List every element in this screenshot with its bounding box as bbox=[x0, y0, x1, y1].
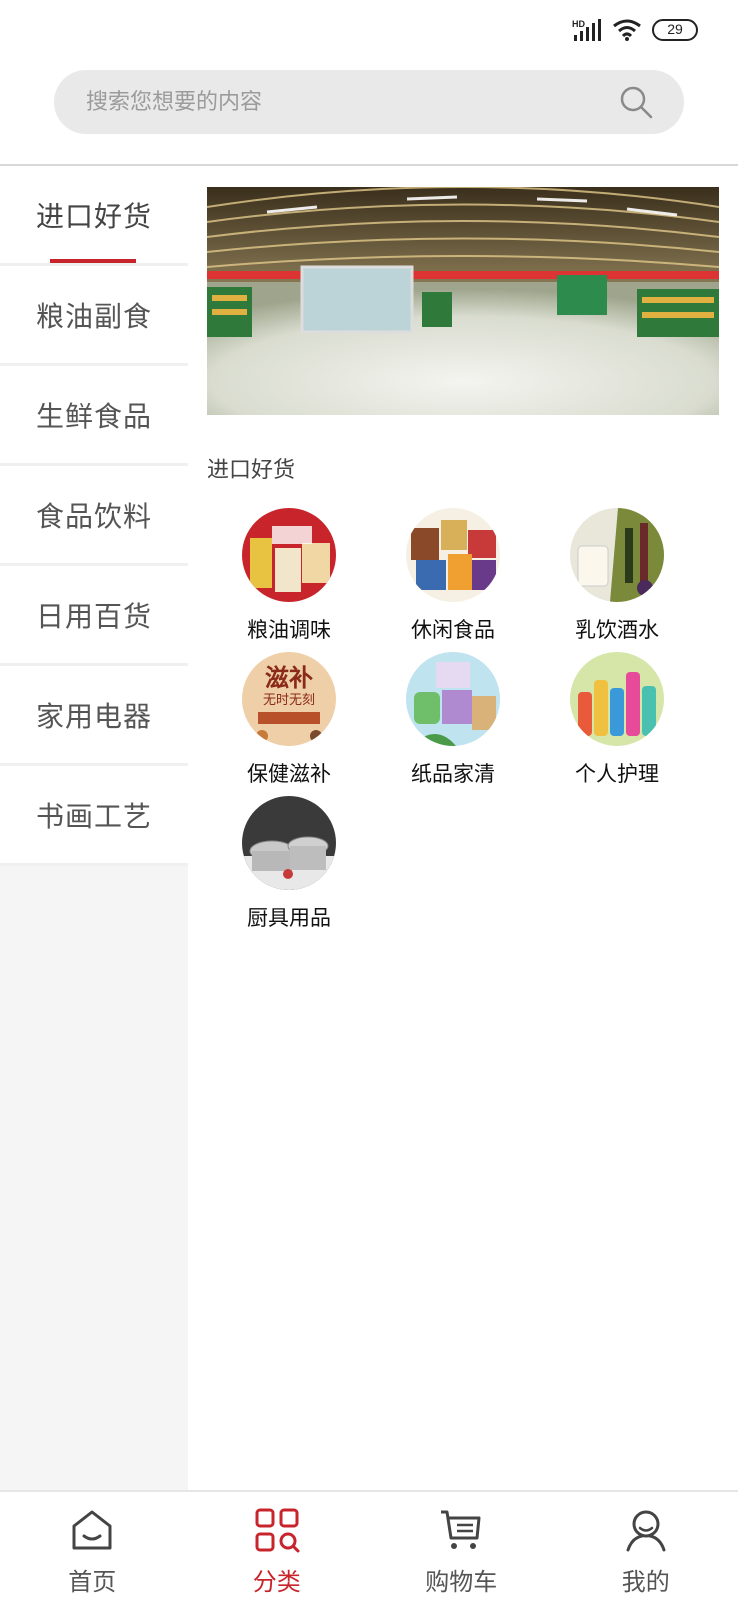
network-type-label: HD bbox=[572, 19, 585, 29]
search-bar[interactable] bbox=[54, 70, 684, 134]
milk-drinks-thumbnail bbox=[570, 508, 664, 602]
subcategory-label: 厨具用品 bbox=[247, 906, 331, 930]
nav-category[interactable]: 分类 bbox=[185, 1492, 370, 1600]
cart-icon bbox=[441, 1510, 481, 1549]
sidebar-item-fresh-food[interactable]: 生鲜食品 bbox=[0, 366, 188, 466]
sidebar-item-label: 书画工艺 bbox=[35, 799, 152, 833]
sidebar-item-label: 日用百货 bbox=[35, 599, 152, 633]
paper-cleaning-thumbnail bbox=[406, 652, 500, 746]
grain-seasoning-thumbnail bbox=[242, 508, 336, 602]
battery-indicator: 29 bbox=[652, 19, 698, 41]
wifi-icon bbox=[613, 19, 641, 41]
nav-label: 购物车 bbox=[425, 1568, 498, 1596]
subcategory-grid: 粮油调味 休闲食品 乳饮酒水 滋补 无时无刻 保健滋补 纸品家清 个人护理 厨具… bbox=[207, 508, 707, 934]
personal-care-thumbnail bbox=[570, 652, 664, 746]
sidebar-item-food-drinks[interactable]: 食品饮料 bbox=[0, 466, 188, 566]
sidebar-item-label: 进口好货 bbox=[35, 199, 152, 233]
subcategory-label: 乳饮酒水 bbox=[575, 618, 659, 642]
user-icon bbox=[626, 1510, 666, 1552]
sidebar-item-label: 家用电器 bbox=[35, 699, 152, 733]
store-banner-image[interactable] bbox=[207, 187, 719, 415]
nav-label: 首页 bbox=[68, 1568, 117, 1596]
search-input[interactable] bbox=[86, 70, 606, 134]
bottom-navigation: 首页 分类 购物车 我的 bbox=[0, 1490, 738, 1600]
nav-cart[interactable]: 购物车 bbox=[369, 1492, 554, 1600]
sidebar-item-label: 生鲜食品 bbox=[35, 399, 152, 433]
category-icon bbox=[255, 1508, 300, 1553]
nav-label: 分类 bbox=[252, 1568, 301, 1596]
subcategory-label: 休闲食品 bbox=[411, 618, 495, 642]
subcategory-milk-drinks[interactable]: 乳饮酒水 bbox=[535, 508, 699, 646]
subcategory-grain-seasoning[interactable]: 粮油调味 bbox=[207, 508, 371, 646]
subcategory-label: 个人护理 bbox=[575, 762, 659, 786]
sidebar-item-appliances[interactable]: 家用电器 bbox=[0, 666, 188, 766]
category-sidebar: 进口好货 粮油副食 生鲜食品 食品饮料 日用百货 家用电器 书画工艺 bbox=[0, 166, 188, 1490]
nav-label: 我的 bbox=[621, 1568, 670, 1596]
svg-text:滋补: 滋补 bbox=[265, 663, 313, 692]
nav-home[interactable]: 首页 bbox=[0, 1492, 185, 1600]
sidebar-item-imported-goods[interactable]: 进口好货 bbox=[0, 166, 188, 266]
sidebar-item-grain-oil[interactable]: 粮油副食 bbox=[0, 266, 188, 366]
status-bar: HD 29 bbox=[0, 0, 738, 62]
subcategory-snacks[interactable]: 休闲食品 bbox=[371, 508, 535, 646]
subcategory-paper-cleaning[interactable]: 纸品家清 bbox=[371, 652, 535, 790]
svg-text:无时无刻: 无时无刻 bbox=[263, 693, 315, 708]
subcategory-kitchenware[interactable]: 厨具用品 bbox=[207, 796, 371, 934]
search-icon[interactable] bbox=[618, 84, 654, 120]
active-indicator bbox=[50, 259, 136, 263]
sidebar-item-daily-goods[interactable]: 日用百货 bbox=[0, 566, 188, 666]
subcategory-label: 保健滋补 bbox=[247, 762, 331, 786]
sidebar-item-art-crafts[interactable]: 书画工艺 bbox=[0, 766, 188, 866]
subcategory-label: 粮油调味 bbox=[247, 618, 331, 642]
kitchenware-thumbnail bbox=[242, 796, 336, 890]
category-content: 进口好货 粮油调味 休闲食品 乳饮酒水 滋补 无时无刻 保健滋补 纸品家清 个人… bbox=[188, 166, 738, 1490]
section-title: 进口好货 bbox=[207, 458, 296, 483]
sidebar-item-label: 食品饮料 bbox=[35, 499, 152, 533]
sidebar-item-label: 粮油副食 bbox=[35, 299, 152, 333]
nav-profile[interactable]: 我的 bbox=[554, 1492, 738, 1600]
signal-icon: HD bbox=[572, 19, 601, 41]
subcategory-label: 纸品家清 bbox=[411, 762, 495, 786]
health-tonic-thumbnail: 滋补 无时无刻 bbox=[242, 652, 336, 746]
home-icon bbox=[72, 1510, 112, 1550]
subcategory-health-tonic[interactable]: 滋补 无时无刻 保健滋补 bbox=[207, 652, 371, 790]
subcategory-personal-care[interactable]: 个人护理 bbox=[535, 652, 699, 790]
snacks-thumbnail bbox=[406, 508, 500, 602]
